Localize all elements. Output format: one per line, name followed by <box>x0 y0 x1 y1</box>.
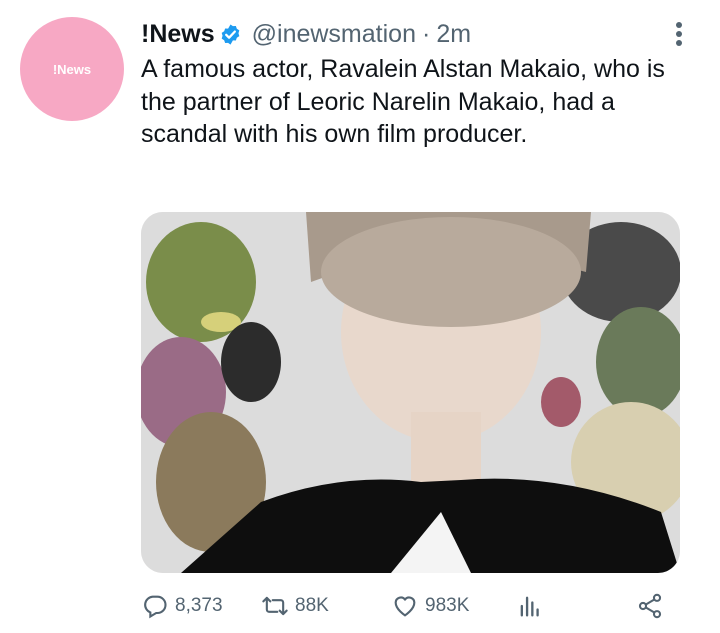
more-icon[interactable] <box>672 18 686 50</box>
analytics-button[interactable] <box>516 586 550 626</box>
reply-button[interactable]: 8,373 <box>141 586 223 626</box>
share-icon <box>638 593 662 619</box>
action-bar: 8,373 88K 983K <box>141 586 686 626</box>
verified-icon <box>221 23 239 45</box>
avatar-label: !News <box>52 61 92 77</box>
avatar[interactable]: !News <box>20 17 124 121</box>
analytics-icon <box>520 596 539 617</box>
photo-illustration <box>141 212 680 573</box>
separator: · <box>421 19 431 48</box>
retweet-icon <box>262 596 288 616</box>
retweet-count: 88K <box>295 595 329 616</box>
tweet-header: !News @inewsmation · 2m <box>141 16 471 52</box>
like-icon <box>394 596 416 617</box>
reply-count: 8,373 <box>175 595 223 616</box>
display-name[interactable]: !News <box>141 20 215 49</box>
tweet-text: A famous actor, Ravalein Alstan Makaio, … <box>141 55 665 148</box>
like-count: 983K <box>425 595 470 616</box>
share-button[interactable] <box>636 586 670 626</box>
reply-icon <box>144 595 167 619</box>
handle[interactable]: @inewsmation <box>252 20 416 49</box>
like-button[interactable]: 983K <box>391 586 469 626</box>
retweet-button[interactable]: 88K <box>261 586 329 626</box>
timestamp[interactable]: 2m <box>436 20 471 49</box>
tweet-image[interactable] <box>141 212 680 573</box>
